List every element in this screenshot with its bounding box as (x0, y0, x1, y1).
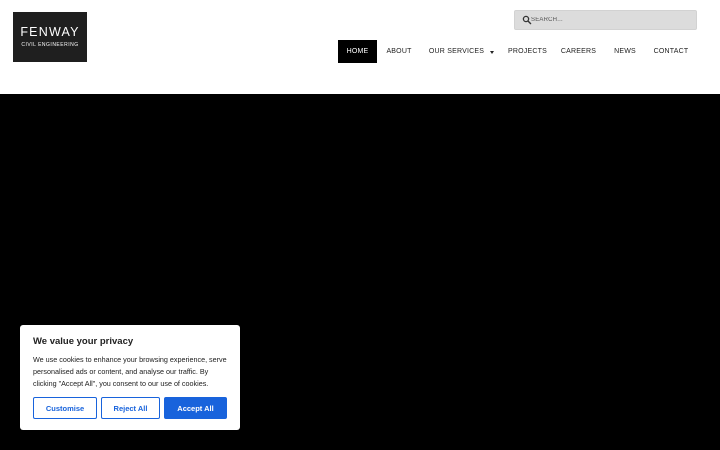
nav-item-careers[interactable]: CAREERS (553, 40, 604, 63)
nav-item-contact[interactable]: CONTACT (646, 40, 696, 63)
search-box (514, 10, 697, 30)
logo-name: FENWAY (20, 25, 80, 39)
search-input[interactable] (531, 11, 691, 29)
cookie-banner-title: We value your privacy (33, 336, 134, 347)
nav-item-label: NEWS (614, 48, 636, 55)
chevron-down-icon (490, 50, 495, 54)
nav-item-about[interactable]: ABOUT (377, 40, 421, 63)
customise-button[interactable]: Customise (33, 397, 97, 419)
nav-item-label: CONTACT (653, 48, 689, 55)
accept-all-button[interactable]: Accept All (164, 397, 227, 419)
nav-item-label: ABOUT (386, 48, 412, 55)
site-logo[interactable]: FENWAY CIVIL ENGINEERING (13, 12, 87, 62)
nav-item-home[interactable]: HOME (338, 40, 377, 63)
reject-all-button[interactable]: Reject All (101, 397, 160, 419)
site-header: FENWAY CIVIL ENGINEERING HOME ABOUT OUR … (0, 0, 720, 94)
nav-item-label: OUR SERVICES (428, 48, 485, 55)
nav-item-label: CAREERS (560, 48, 597, 55)
cookie-banner-text: We use cookies to enhance your browsing … (33, 355, 227, 388)
nav-item-label: PROJECTS (508, 48, 547, 55)
nav-item-news[interactable]: NEWS (604, 40, 646, 63)
nav-item-projects[interactable]: PROJECTS (502, 40, 553, 63)
logo-tagline: CIVIL ENGINEERING (21, 42, 79, 48)
nav-item-label: HOME (346, 48, 369, 55)
nav-item-our-services[interactable]: OUR SERVICES (421, 40, 502, 63)
main-nav: HOME ABOUT OUR SERVICES PROJECTS CAREERS… (338, 40, 696, 63)
cookie-consent-banner: We value your privacy We use cookies to … (20, 325, 240, 430)
